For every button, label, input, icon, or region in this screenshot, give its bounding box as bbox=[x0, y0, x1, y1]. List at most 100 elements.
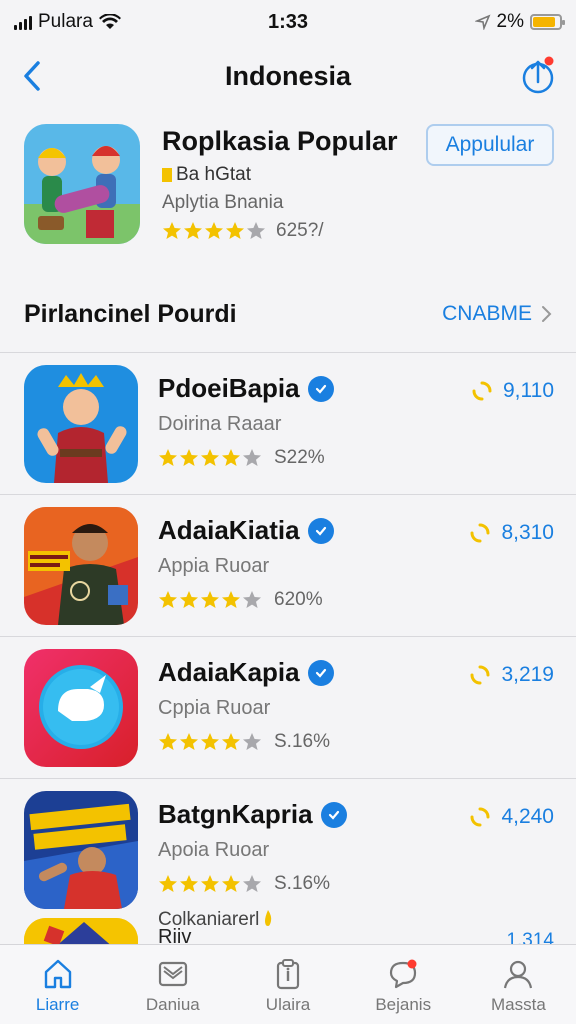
star-icon bbox=[222, 733, 240, 750]
app-rating: S22% bbox=[158, 447, 325, 469]
download-count: 4,240 bbox=[469, 805, 554, 829]
tab-label: Bejanis bbox=[375, 995, 432, 1014]
featured-app[interactable]: Roplkasia Popular Ba hGtat Aplytia Bnani… bbox=[24, 124, 556, 248]
app-title: PdoeiBapia bbox=[158, 373, 334, 404]
status-time: 1:33 bbox=[267, 10, 309, 33]
verified-icon bbox=[307, 659, 334, 686]
star-icon bbox=[243, 875, 261, 892]
star-icon bbox=[247, 222, 265, 239]
chat-icon bbox=[390, 959, 417, 989]
tab-profile[interactable]: Massta bbox=[461, 945, 576, 1024]
star-icon bbox=[201, 733, 219, 750]
app-title-text: PdoeiBapia bbox=[158, 373, 300, 403]
app-icon bbox=[24, 791, 138, 909]
app-category: Cppia Ruoar bbox=[158, 697, 271, 719]
location-icon bbox=[474, 14, 491, 30]
tab-clipboard[interactable]: Ulaira bbox=[230, 945, 345, 1024]
app-title: AdaiaKapia bbox=[158, 657, 334, 688]
tab-inbox[interactable]: Daniua bbox=[115, 945, 230, 1024]
star-icon bbox=[201, 449, 219, 466]
app-rating: S.16% bbox=[158, 731, 330, 753]
page-title: Indonesia bbox=[224, 60, 352, 91]
tab-chat[interactable]: Bejanis bbox=[346, 945, 461, 1024]
tab-label: Liarre bbox=[35, 995, 80, 1014]
spinner-icon bbox=[470, 523, 490, 543]
tab-label: Massta bbox=[491, 995, 546, 1014]
inbox-icon bbox=[158, 961, 187, 987]
download-count: 9,110 bbox=[471, 379, 554, 403]
star-icon bbox=[222, 449, 240, 466]
star-rating bbox=[158, 590, 262, 610]
app-list: PdoeiBapia Doirina Raaar S22% 9,110 Adai… bbox=[0, 352, 576, 930]
status-right: 2% bbox=[362, 11, 565, 33]
nav-bar: Indonesia bbox=[0, 48, 576, 104]
download-count: 3,219 bbox=[469, 663, 554, 687]
spinner-icon bbox=[470, 665, 490, 685]
star-icon bbox=[180, 875, 198, 892]
app-rating: 620% bbox=[158, 589, 323, 611]
tab-label: Daniua bbox=[145, 995, 200, 1014]
app-title-text: BatgnKapria bbox=[158, 799, 313, 829]
list-item[interactable]: BatgnKapria Apoia Ruoar S.16% 4,240 Colk… bbox=[0, 778, 576, 930]
app-icon bbox=[24, 507, 138, 625]
status-bar: Pulara 1:33 2% bbox=[0, 0, 576, 44]
share-icon bbox=[522, 56, 554, 94]
chevron-left-icon bbox=[24, 61, 40, 91]
list-item[interactable]: AdaiaKapia Cppia Ruoar S.16% 3,219 bbox=[0, 636, 576, 778]
subtitle-marker bbox=[162, 168, 172, 182]
featured-subtitle-text: Ba hGtat bbox=[176, 164, 251, 185]
star-icon bbox=[222, 875, 240, 892]
rating-text: 620% bbox=[274, 589, 323, 610]
app-rating: S.16% bbox=[158, 873, 330, 895]
see-all-link[interactable]: CNABME bbox=[442, 302, 552, 326]
star-icon bbox=[226, 222, 244, 239]
app-icon bbox=[24, 649, 138, 767]
star-icon bbox=[159, 733, 177, 750]
app-title: BatgnKapria bbox=[158, 799, 347, 830]
star-icon bbox=[222, 591, 240, 608]
star-icon bbox=[201, 875, 219, 892]
count-value: 9,110 bbox=[503, 379, 554, 402]
app-title: AdaiaKiatia bbox=[158, 515, 334, 546]
verified-icon bbox=[307, 517, 334, 544]
count-value: 3,219 bbox=[501, 663, 554, 686]
share-button[interactable] bbox=[520, 54, 556, 96]
verified-icon bbox=[320, 801, 347, 828]
rating-text: S.16% bbox=[274, 873, 330, 894]
battery-level bbox=[533, 17, 556, 27]
featured-rating: 625?/ bbox=[162, 220, 324, 242]
star-icon bbox=[180, 733, 198, 750]
count-value: 8,310 bbox=[501, 521, 554, 544]
clipboard-icon bbox=[276, 959, 300, 990]
count-value: 4,240 bbox=[501, 805, 554, 828]
wifi-icon bbox=[98, 14, 121, 30]
star-icon bbox=[180, 449, 198, 466]
star-icon bbox=[180, 591, 198, 608]
back-button[interactable] bbox=[14, 56, 50, 96]
home-icon bbox=[44, 959, 71, 989]
rating-text: 625?/ bbox=[276, 220, 324, 241]
see-all-label: CNABME bbox=[442, 302, 532, 325]
battery-percent: 2% bbox=[496, 11, 524, 32]
signal-icon bbox=[14, 14, 32, 30]
get-button[interactable]: Appulular bbox=[426, 124, 554, 166]
list-item[interactable]: AdaiaKiatia Appia Ruoar 620% 8,310 bbox=[0, 494, 576, 636]
star-rating bbox=[158, 874, 262, 894]
star-rating bbox=[158, 448, 262, 468]
list-item-partial[interactable]: Riiv 1,314 bbox=[0, 916, 576, 946]
app-category: Apoia Ruoar bbox=[158, 839, 270, 861]
section-title: Pirlancinel Pourdi bbox=[24, 299, 237, 328]
star-rating bbox=[158, 732, 262, 752]
featured-app-title: Roplkasia Popular bbox=[162, 126, 398, 156]
app-category: Doirina Raaar bbox=[158, 413, 282, 435]
app-icon bbox=[24, 918, 138, 946]
star-icon bbox=[184, 222, 202, 239]
chevron-right-icon bbox=[542, 306, 552, 322]
section-header: Pirlancinel Pourdi CNABME bbox=[24, 296, 552, 332]
list-item[interactable]: PdoeiBapia Doirina Raaar S22% 9,110 bbox=[0, 352, 576, 494]
person-icon bbox=[504, 960, 533, 989]
featured-app-icon bbox=[24, 124, 140, 244]
tab-home[interactable]: Liarre bbox=[0, 945, 115, 1024]
app-title-text: AdaiaKapia bbox=[158, 657, 300, 687]
star-icon bbox=[205, 222, 223, 239]
